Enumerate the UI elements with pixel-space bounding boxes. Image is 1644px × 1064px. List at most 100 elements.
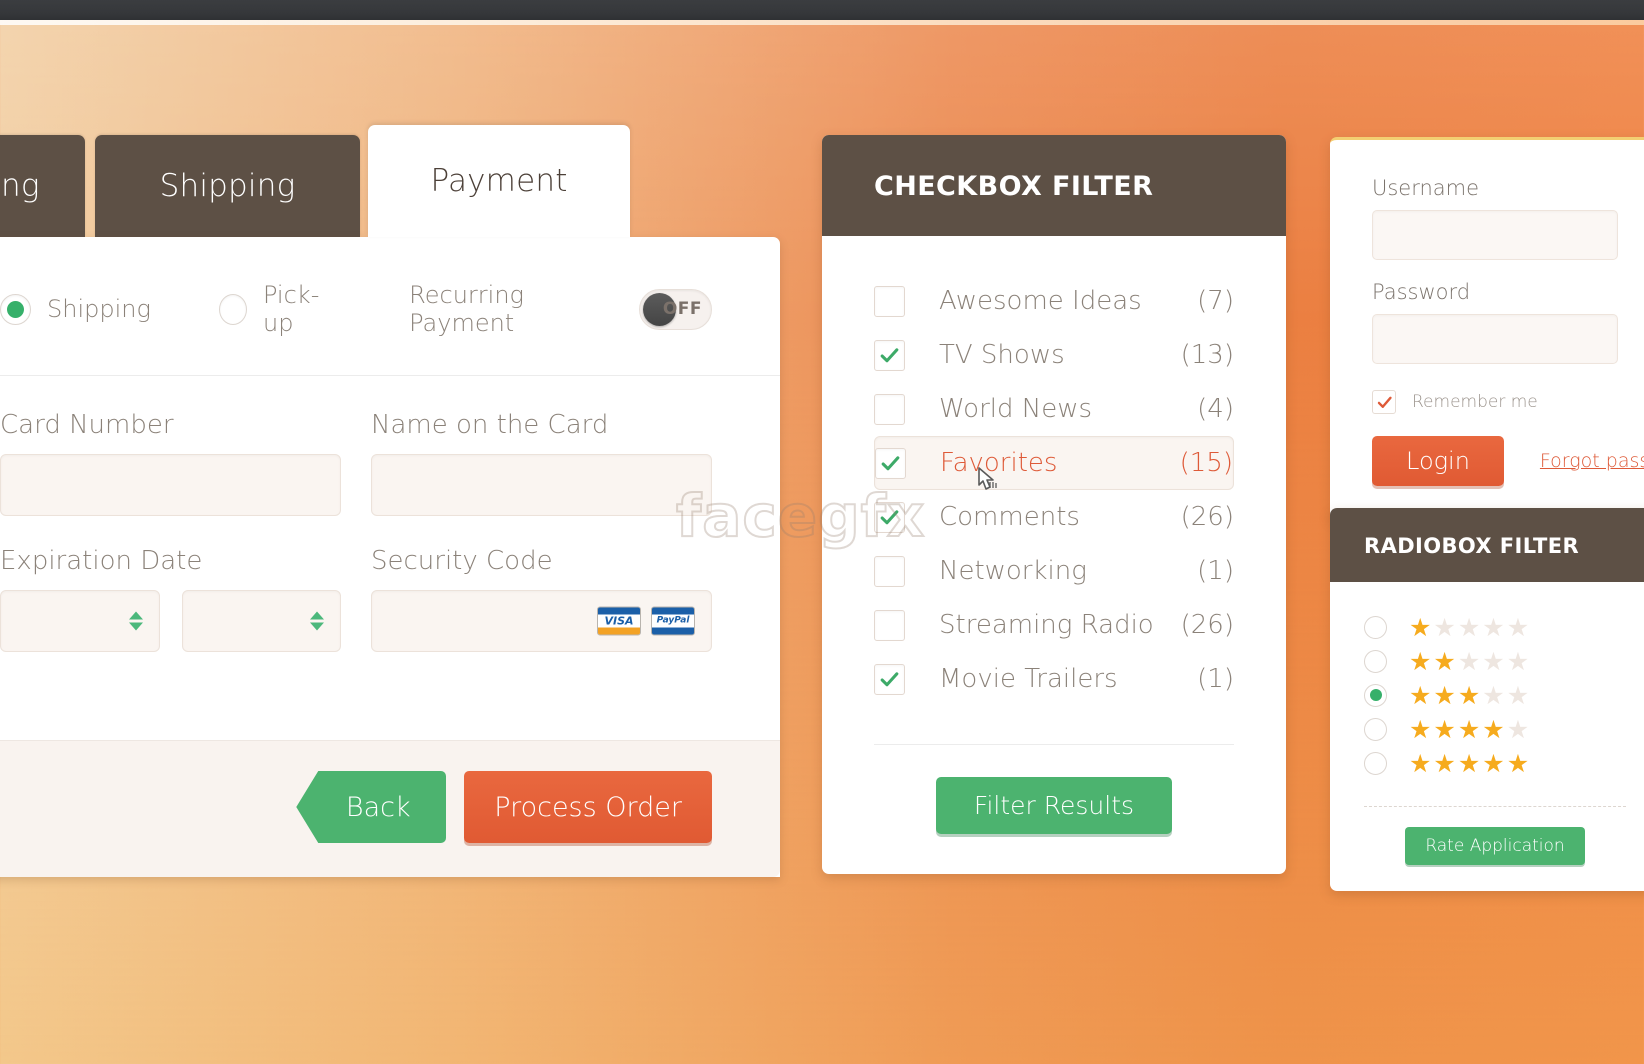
star-icon: ★	[1506, 680, 1530, 710]
star-icon: ★	[1506, 714, 1530, 744]
security-code-label: Security Code	[371, 546, 553, 576]
back-button-label: Back	[345, 791, 411, 823]
accepted-cards: VISA PayPal	[597, 606, 695, 636]
payment-actions: Back Process Order	[0, 740, 780, 877]
username-input[interactable]	[1372, 210, 1618, 260]
checkbox-world-news[interactable]	[874, 393, 905, 425]
security-code-input[interactable]: VISA PayPal	[371, 590, 712, 652]
checkbox-filter-label: TV Shows	[939, 340, 1065, 370]
star-icon: ★	[1409, 680, 1432, 710]
checkbox-filter-label: Streaming Radio	[939, 610, 1154, 640]
radio-option-pickup[interactable]: Pick-up	[218, 281, 341, 337]
filter-results-button-label: Filter Results	[973, 791, 1135, 820]
check-icon	[881, 455, 900, 470]
checkbox-filter-row[interactable]: Movie Trailers (1)	[874, 652, 1234, 706]
tab-payment[interactable]: Payment	[368, 125, 630, 237]
checkbox-filter-label: World News	[939, 394, 1093, 424]
star-icon: ★	[1482, 748, 1505, 778]
login-button-label: Login	[1406, 447, 1470, 475]
star-icon: ★	[1457, 612, 1481, 642]
star-rating-5: ★ ★ ★ ★ ★	[1409, 751, 1529, 776]
field-name-on-card: Name on the Card	[371, 410, 712, 516]
radio-rating-3-star[interactable]	[1364, 683, 1387, 707]
remember-me-row[interactable]: Remember me	[1372, 390, 1618, 414]
radiobox-filter-row[interactable]: ★ ★ ★ ★ ★	[1364, 712, 1626, 746]
field-expiration-date: Expiration Date	[0, 546, 341, 652]
checkbox-networking[interactable]	[874, 555, 905, 587]
radio-rating-5-star[interactable]	[1364, 751, 1387, 775]
filter-results-button[interactable]: Filter Results	[935, 777, 1173, 834]
expiration-year-select[interactable]	[181, 590, 341, 652]
checkbox-filter-row[interactable]: Streaming Radio (26)	[874, 598, 1234, 652]
payment-fields: Card Number Name on the Card Expiration …	[0, 376, 780, 740]
tab-billing[interactable]: Billing	[0, 135, 85, 237]
tab-billing-label: Billing	[0, 168, 40, 204]
radiobox-filter-panel: RADIOBOX FILTER ★ ★ ★ ★ ★ ★ ★ ★ ★ ★ ★ ★ ★ ★ ★ ★ ★ ★ ★ ★ ★ ★ ★ ★…	[1330, 508, 1644, 891]
tab-payment-label: Payment	[430, 163, 568, 199]
name-on-card-input[interactable]	[371, 454, 712, 516]
check-icon	[1377, 396, 1392, 408]
star-icon: ★	[1409, 612, 1432, 642]
expiration-date-label: Expiration Date	[0, 546, 203, 576]
radiobox-filter-row[interactable]: ★ ★ ★ ★ ★	[1364, 644, 1626, 678]
radio-option-shipping[interactable]: Shipping	[0, 293, 151, 325]
checkbox-filter-count: (13)	[1180, 340, 1234, 370]
star-icon: ★	[1457, 646, 1481, 676]
radio-shipping-label: Shipping	[47, 295, 151, 323]
checkbox-streaming-radio[interactable]	[874, 609, 905, 641]
window-chrome-bar	[0, 0, 1644, 20]
checkbox-filter-count: (26)	[1180, 502, 1234, 532]
stepper-arrows-icon	[128, 611, 143, 631]
star-icon: ★	[1433, 680, 1456, 710]
radio-rating-1-star[interactable]	[1364, 615, 1387, 639]
stepper-arrows-icon	[310, 611, 324, 631]
star-rating-3: ★ ★ ★ ★ ★	[1409, 683, 1529, 708]
visa-icon-text: VISA	[604, 614, 634, 628]
password-input[interactable]	[1372, 314, 1618, 364]
expiration-month-select[interactable]	[0, 590, 160, 652]
checkbox-comments[interactable]	[874, 501, 905, 533]
login-panel: Username Password Remember me Login Forg…	[1330, 137, 1644, 520]
star-icon: ★	[1433, 612, 1456, 642]
login-button[interactable]: Login	[1372, 436, 1504, 486]
rate-application-button[interactable]: Rate Application	[1405, 827, 1585, 865]
checkbox-filter-row[interactable]: Favorites (15)	[874, 436, 1234, 490]
remember-me-checkbox[interactable]	[1372, 390, 1396, 414]
radio-rating-2-star[interactable]	[1364, 649, 1387, 673]
tab-shipping[interactable]: Shipping	[95, 135, 360, 237]
star-icon: ★	[1457, 748, 1481, 778]
check-icon	[880, 671, 899, 686]
tab-shipping-label: Shipping	[159, 168, 296, 204]
radiobox-filter-row[interactable]: ★ ★ ★ ★ ★	[1364, 610, 1626, 644]
radiobox-filter-row[interactable]: ★ ★ ★ ★ ★	[1364, 746, 1626, 780]
star-icon: ★	[1409, 748, 1432, 778]
checkbox-filter-row[interactable]: World News (4)	[874, 382, 1234, 436]
checkbox-filter-row[interactable]: Comments (26)	[874, 490, 1234, 544]
checkbox-favorites[interactable]	[875, 447, 906, 479]
login-actions: Login Forgot password?	[1372, 436, 1644, 486]
checkbox-filter-row[interactable]: Networking (1)	[874, 544, 1234, 598]
checkbox-filter-row[interactable]: TV Shows (13)	[874, 328, 1234, 382]
star-icon: ★	[1457, 680, 1481, 710]
name-on-card-label: Name on the Card	[371, 410, 609, 440]
radio-rating-4-star[interactable]	[1364, 717, 1387, 741]
card-number-label: Card Number	[0, 410, 174, 440]
card-number-input[interactable]	[0, 454, 341, 516]
radiobox-filter-row[interactable]: ★ ★ ★ ★ ★	[1364, 678, 1626, 712]
checkbox-filter-row[interactable]: Awesome Ideas (7)	[874, 274, 1234, 328]
recurring-payment-group: Recurring Payment OFF	[409, 281, 712, 337]
radio-pickup-icon	[218, 293, 247, 325]
rate-application-button-label: Rate Application	[1425, 836, 1565, 856]
recurring-payment-toggle[interactable]: OFF	[639, 288, 712, 330]
radio-shipping-icon	[0, 293, 31, 325]
card-row-2: Expiration Date Security Code VISA PayPa…	[0, 546, 712, 652]
checkbox-tv-shows[interactable]	[874, 339, 905, 371]
process-order-button[interactable]: Process Order	[464, 771, 712, 843]
star-icon: ★	[1506, 612, 1530, 642]
radiobox-filter-title: RADIOBOX FILTER	[1330, 508, 1644, 582]
checkbox-awesome-ideas[interactable]	[874, 285, 905, 317]
field-card-number: Card Number	[0, 410, 341, 516]
checkbox-movie-trailers[interactable]	[874, 663, 905, 695]
forgot-password-link[interactable]: Forgot password?	[1540, 450, 1644, 472]
back-button[interactable]: Back	[296, 771, 447, 843]
